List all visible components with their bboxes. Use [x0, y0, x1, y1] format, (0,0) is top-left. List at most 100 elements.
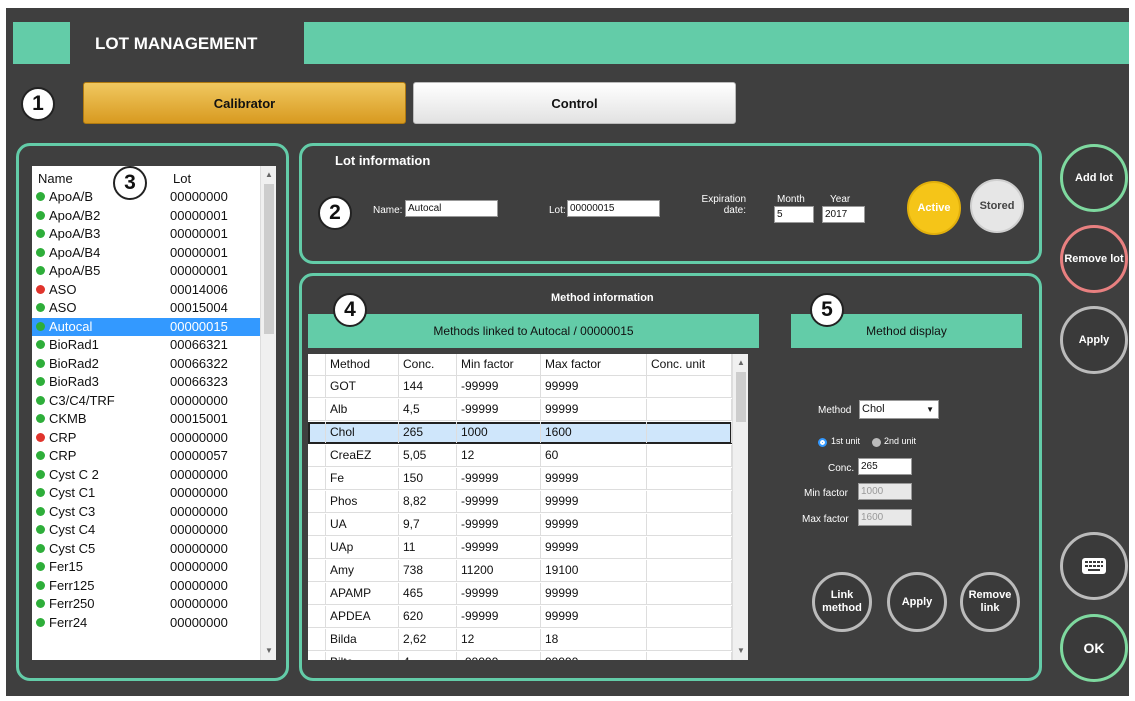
cell-conc[interactable]: 5,05: [399, 445, 457, 466]
table-row[interactable]: UAp 11 -99999 99999: [308, 537, 732, 559]
cell-max-factor[interactable]: 99999: [541, 583, 647, 604]
cell-min-factor[interactable]: -99999: [457, 468, 541, 489]
cell-conc[interactable]: 8,82: [399, 491, 457, 512]
list-item[interactable]: Cyst C3 00000000: [32, 503, 260, 521]
cell-method[interactable]: Biltc: [326, 652, 399, 660]
col-conc-unit[interactable]: Conc. unit: [647, 354, 732, 375]
cell-max-factor[interactable]: 99999: [541, 376, 647, 397]
list-item[interactable]: ASO 00014006: [32, 281, 260, 299]
cell-min-factor[interactable]: 12: [457, 445, 541, 466]
table-row[interactable]: Biltc4-9999999999: [308, 652, 732, 660]
cell-min-factor[interactable]: -99999: [457, 606, 541, 627]
cell-max-factor[interactable]: 19100: [541, 560, 647, 581]
cell-min-factor[interactable]: -99999: [457, 491, 541, 512]
cell-min-factor[interactable]: -99999: [457, 652, 541, 660]
cell-method[interactable]: Chol: [326, 422, 399, 443]
cell-conc[interactable]: 2,62: [399, 629, 457, 650]
cell-min-factor[interactable]: -99999: [457, 583, 541, 604]
list-item[interactable]: CRP 00000057: [32, 447, 260, 465]
cell-max-factor[interactable]: 99999: [541, 606, 647, 627]
cell-max-factor[interactable]: 99999: [541, 399, 647, 420]
cell-method[interactable]: UA: [326, 514, 399, 535]
cell-max-factor[interactable]: 99999: [541, 468, 647, 489]
cell-method[interactable]: Amy: [326, 560, 399, 581]
cell-conc-unit[interactable]: [647, 468, 732, 489]
col-conc[interactable]: Conc.: [399, 354, 457, 375]
cell-conc-unit[interactable]: [647, 583, 732, 604]
list-item[interactable]: Ferr250 00000000: [32, 595, 260, 613]
cell-conc-unit[interactable]: [647, 445, 732, 466]
lot-field[interactable]: 00000015: [567, 200, 660, 217]
col-max-factor[interactable]: Max factor: [541, 354, 647, 375]
method-apply-button[interactable]: Apply: [887, 572, 947, 632]
lot-list-scrollbar[interactable]: ▲ ▼: [260, 166, 276, 660]
cell-min-factor[interactable]: -99999: [457, 514, 541, 535]
cell-method[interactable]: GOT: [326, 376, 399, 397]
table-row[interactable]: UA 9,7 -99999 99999: [308, 514, 732, 536]
list-item[interactable]: ApoA/B5 00000001: [32, 262, 260, 280]
cell-max-factor[interactable]: 99999: [541, 491, 647, 512]
cell-conc[interactable]: 4: [399, 652, 457, 660]
list-item[interactable]: Ferr24 00000000: [32, 614, 260, 632]
cell-min-factor[interactable]: 12: [457, 629, 541, 650]
cell-method[interactable]: UAp: [326, 537, 399, 558]
cell-conc-unit[interactable]: [647, 652, 732, 660]
list-item[interactable]: Cyst C 2 00000000: [32, 466, 260, 484]
cell-method[interactable]: Bilda: [326, 629, 399, 650]
cell-conc-unit[interactable]: [647, 606, 732, 627]
cell-max-factor[interactable]: 1600: [541, 422, 647, 443]
table-row[interactable]: Chol 265 1000 1600: [308, 422, 732, 444]
cell-conc-unit[interactable]: [647, 399, 732, 420]
cell-method[interactable]: CreaEZ: [326, 445, 399, 466]
list-item[interactable]: ASO 00015004: [32, 299, 260, 317]
cell-conc[interactable]: 11: [399, 537, 457, 558]
table-row[interactable]: CreaEZ 5,05 12 60: [308, 445, 732, 467]
cell-conc[interactable]: 620: [399, 606, 457, 627]
cell-max-factor[interactable]: 60: [541, 445, 647, 466]
keyboard-button[interactable]: [1060, 532, 1128, 600]
lot-list[interactable]: Name Lot ApoA/B 00000000 ApoA/B2 00000001 Ap…: [32, 166, 276, 660]
cell-max-factor[interactable]: 99999: [541, 652, 647, 660]
apply-button[interactable]: Apply: [1060, 306, 1128, 374]
remove-link-button[interactable]: Remove link: [960, 572, 1020, 632]
cell-conc-unit[interactable]: [647, 491, 732, 512]
cell-conc-unit[interactable]: [647, 629, 732, 650]
table-row[interactable]: APAMP 465 -99999 99999: [308, 583, 732, 605]
month-field[interactable]: 5: [774, 206, 814, 223]
list-item[interactable]: C3/C4/TRF 00000000: [32, 392, 260, 410]
cell-method[interactable]: APDEA: [326, 606, 399, 627]
name-field[interactable]: Autocal: [405, 200, 498, 217]
list-item[interactable]: ApoA/B3 00000001: [32, 225, 260, 243]
methods-grid-scrollbar[interactable]: ▲ ▼: [732, 354, 748, 660]
lot-list-scroll-thumb[interactable]: [264, 184, 274, 334]
scroll-up-icon[interactable]: ▲: [733, 358, 748, 367]
scroll-up-icon[interactable]: ▲: [261, 170, 276, 179]
link-method-button[interactable]: Link method: [812, 572, 872, 632]
cell-conc-unit[interactable]: [647, 537, 732, 558]
cell-min-factor[interactable]: 1000: [457, 422, 541, 443]
table-row[interactable]: Fe 150 -99999 99999: [308, 468, 732, 490]
cell-max-factor[interactable]: 99999: [541, 514, 647, 535]
list-item[interactable]: CRP 00000000: [32, 429, 260, 447]
list-item[interactable]: Fer15 00000000: [32, 558, 260, 576]
table-row[interactable]: Phos 8,82 -99999 99999: [308, 491, 732, 513]
tab-control[interactable]: Control: [413, 82, 736, 124]
tab-calibrator[interactable]: Calibrator: [83, 82, 406, 124]
cell-conc[interactable]: 4,5: [399, 399, 457, 420]
cell-max-factor[interactable]: 99999: [541, 537, 647, 558]
unit1-radio[interactable]: [818, 438, 827, 447]
cell-conc[interactable]: 465: [399, 583, 457, 604]
list-item[interactable]: Ferr125 00000000: [32, 577, 260, 595]
scroll-down-icon[interactable]: ▼: [733, 646, 748, 655]
table-row[interactable]: Alb 4,5 -99999 99999: [308, 399, 732, 421]
list-item[interactable]: CKMB 00015001: [32, 410, 260, 428]
unit2-radio[interactable]: [872, 438, 881, 447]
list-item[interactable]: Cyst C1 00000000: [32, 484, 260, 502]
cell-method[interactable]: APAMP: [326, 583, 399, 604]
cell-method[interactable]: Phos: [326, 491, 399, 512]
scroll-down-icon[interactable]: ▼: [261, 646, 276, 655]
add-lot-button[interactable]: Add lot: [1060, 144, 1128, 212]
cell-conc-unit[interactable]: [647, 422, 732, 443]
list-item[interactable]: ApoA/B2 00000001: [32, 207, 260, 225]
cell-conc-unit[interactable]: [647, 376, 732, 397]
